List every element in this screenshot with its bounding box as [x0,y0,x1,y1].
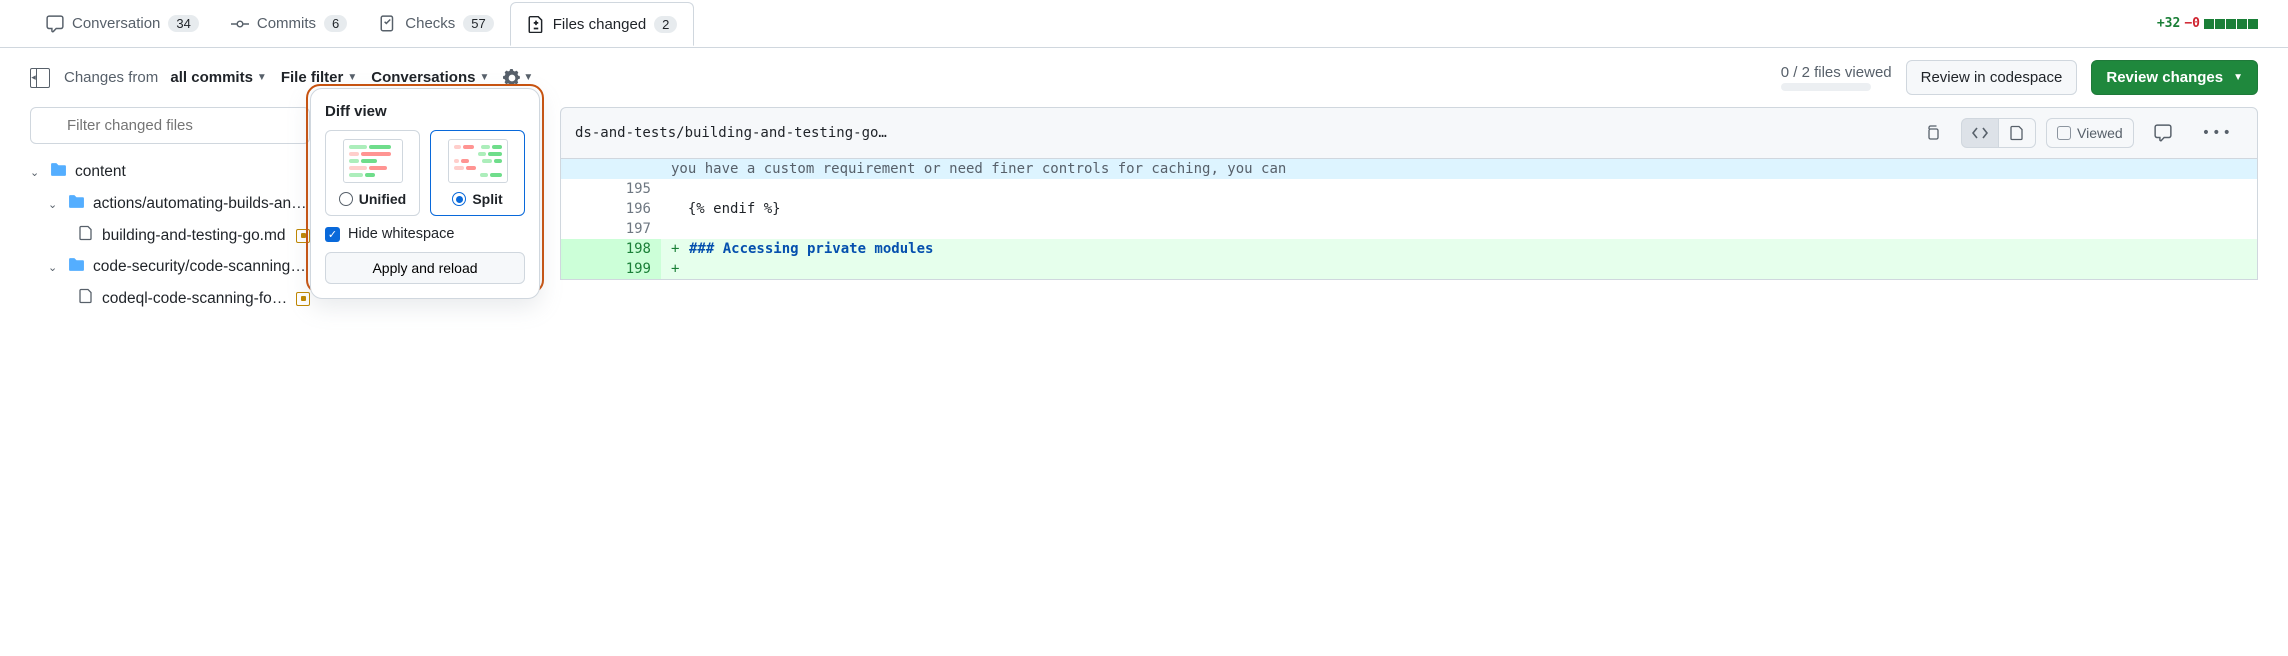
file-diff-icon [527,15,545,33]
checklist-icon [379,15,397,33]
modified-badge [296,229,310,243]
modified-badge [296,292,310,306]
caret-icon: ▼ [479,72,489,83]
caret-icon: ▼ [2233,72,2243,83]
copy-icon [1925,125,1941,141]
chevron-down-icon: ⌄ [48,198,60,211]
tree-folder[interactable]: ⌄ content [30,156,310,188]
tab-count: 6 [324,15,347,32]
diff-mode-unified[interactable]: Unified [325,130,420,216]
radio-checked-icon [452,192,466,206]
chevron-down-icon: ⌄ [30,166,42,179]
diff-settings-popover: Diff view Unified Split ✓ Hide wh [310,88,540,299]
diff-mode-split[interactable]: Split [430,130,525,216]
rendered-view-button[interactable] [1999,118,2036,148]
caret-icon: ▼ [523,72,533,83]
folder-icon [68,256,85,278]
file-icon [78,288,94,309]
tab-count: 34 [168,15,198,32]
tab-count: 57 [463,15,493,32]
commit-icon [231,15,249,33]
file-icon [2009,125,2025,141]
tab-conversation[interactable]: Conversation 34 [30,3,215,45]
settings-dropdown[interactable]: ▼ [503,69,533,87]
popover-title: Diff view [325,103,525,120]
tab-label: Conversation [72,15,160,32]
tab-checks[interactable]: Checks 57 [363,3,510,45]
tree-label: code-security/code-scanning/cr… [93,258,310,276]
unified-preview-icon [343,139,403,183]
tab-files-changed[interactable]: Files changed 2 [510,2,695,46]
tree-label: codeql-code-scanning-for-… [102,290,288,308]
checkbox-empty-icon [2057,126,2071,140]
tab-label: Checks [405,15,455,32]
tree-label: content [75,163,310,181]
gear-icon [503,69,521,87]
chevron-down-icon: ⌄ [48,261,60,274]
sidebar-toggle[interactable]: ◂ [30,68,50,88]
tree-file[interactable]: codeql-code-scanning-for-… [30,283,310,314]
diff-squares [2204,19,2258,29]
tree-file[interactable]: building-and-testing-go.md [30,220,310,251]
caret-icon: ▼ [257,72,267,83]
conversations-dropdown[interactable]: Conversations▼ [371,69,489,86]
checkbox-checked-icon: ✓ [325,227,340,242]
diff-body: you have a custom requirement or need fi… [560,159,2258,280]
tree-label: actions/automating-builds-and-t… [93,195,310,213]
tree-folder[interactable]: ⌄ actions/automating-builds-and-t… [30,188,310,220]
review-codespace-button[interactable]: Review in codespace [1906,60,2078,95]
comment-icon [46,15,64,33]
radio-icon [339,192,353,206]
tree-folder[interactable]: ⌄ code-security/code-scanning/cr… [30,251,310,283]
code-line[interactable] [661,179,2257,199]
tab-label: Commits [257,15,316,32]
tab-label: Files changed [553,16,646,33]
file-filter-dropdown[interactable]: File filter▼ [281,69,357,86]
source-view-button[interactable] [1961,118,1999,148]
hunk-header: you have a custom requirement or need fi… [661,159,2257,179]
hide-whitespace-checkbox[interactable]: ✓ Hide whitespace [325,226,525,242]
deletions: −0 [2184,16,2200,31]
file-menu-button[interactable]: ••• [2192,119,2243,147]
additions: +32 [2157,16,2180,31]
comment-button[interactable] [2144,118,2182,148]
file-header: ds-and-tests/building-and-testing-go… Vi… [560,107,2258,159]
folder-icon [50,161,67,183]
tab-count: 2 [654,16,677,33]
comment-icon [2154,124,2172,142]
file-path: ds-and-tests/building-and-testing-go… [575,125,1905,141]
code-line-added[interactable]: +### Accessing private modules [661,239,2257,259]
code-line[interactable]: {% endif %} [661,199,2257,219]
folder-icon [68,193,85,215]
tree-label: building-and-testing-go.md [102,227,288,245]
code-icon [1972,125,1988,141]
review-changes-button[interactable]: Review changes▼ [2091,60,2258,95]
split-preview-icon [448,139,508,183]
file-tree-sidebar: ⌄ content ⌄ actions/automating-builds-an… [30,107,310,314]
files-viewed-text: 0 / 2 files viewed [1781,64,1892,81]
copy-path-button[interactable] [1915,119,1951,147]
changes-from-dropdown[interactable]: Changes from all commits▼ [64,69,267,86]
filter-files-input[interactable] [30,107,310,144]
tab-commits[interactable]: Commits 6 [215,3,363,45]
viewed-toggle[interactable]: Viewed [2046,118,2134,148]
diff-stats: +32 −0 [2157,16,2258,31]
code-line[interactable] [661,219,2257,239]
caret-icon: ▼ [347,72,357,83]
code-line-added[interactable]: + [661,259,2257,279]
file-icon [78,225,94,246]
viewed-progress [1781,83,1871,91]
apply-reload-button[interactable]: Apply and reload [325,252,525,284]
